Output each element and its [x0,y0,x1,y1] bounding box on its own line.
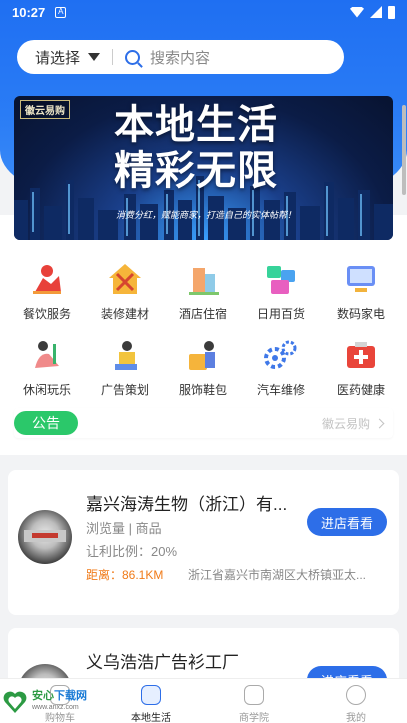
store-card[interactable]: 嘉兴海涛生物（浙江）有... 浏览量 | 商品 让利比例：20% 距离：86.1… [8,470,399,615]
category-medicine[interactable]: 医药健康 [326,338,396,398]
store-avatar [18,510,72,564]
store-name[interactable]: 嘉兴海涛生物（浙江）有... [86,490,287,515]
hotel-icon [189,268,219,295]
brand-logo: 徽云易购 [20,100,70,119]
academy-icon [244,685,264,705]
category-label: 日用百货 [256,307,305,321]
search-divider [112,49,114,65]
banner-title: 本地生活 精彩无限 [114,102,278,194]
bag-icon [141,685,161,705]
nav-academy[interactable]: 商学院 [224,685,284,723]
search-bar[interactable]: 请选择 搜索内容 [17,40,344,74]
visit-store-button[interactable]: 进店看看 [307,508,387,536]
nav-mine[interactable]: 我的 [326,685,386,723]
category-electronics[interactable]: 数码家电 [326,262,396,322]
signal-icon [370,6,382,18]
category-label: 餐饮服务 [22,307,71,321]
daily-goods-icon [267,266,295,294]
dining-icon [33,265,61,294]
car-repair-icon [264,340,297,369]
status-icons [350,5,395,19]
caret-down-icon[interactable] [88,53,101,61]
watermark: 安心下载网 www.anxz.com [2,682,112,722]
leisure-icon [35,341,59,368]
apparel-icon [189,341,215,370]
store-meta: 浏览量 | 商品 [86,521,162,536]
electronics-icon [347,266,375,292]
notice-bar[interactable]: 公告 徽云易购 [14,408,393,438]
watermark-text: 安心下载网 www.anxz.com [32,690,87,714]
notice-source: 徽云易购 [321,416,370,431]
category-leisure[interactable]: 休闲玩乐 [12,338,82,398]
medicine-icon [347,342,375,368]
store-distance: 距离：86.1KM [86,568,164,582]
advertising-icon [115,341,137,370]
heart-logo-icon [3,691,27,713]
category-hotel[interactable]: 酒店住宿 [168,262,238,322]
scrollbar[interactable] [402,105,406,195]
category-label: 服饰鞋包 [178,383,227,397]
banner-title-line1: 本地生活 [114,103,278,147]
nav-label: 本地生活 [131,713,171,723]
store-ratio: 让利比例：20% [86,544,178,559]
store-address: 浙江省嘉兴市南湖区大桥镇亚太... [188,568,367,582]
notification-icon: A [55,6,67,18]
watermark-line1a: 安心 [32,690,54,702]
watermark-url: www.anxz.com [32,704,79,711]
category-label: 广告策划 [100,383,149,397]
category-renovation[interactable]: 装修建材 [90,262,160,322]
store-name[interactable]: 义乌浩浩广告衫工厂 [86,648,239,673]
category-apparel[interactable]: 服饰鞋包 [168,338,238,398]
notice-more[interactable]: 徽云易购 [321,415,385,432]
banner-slogan: 消费分红，赋能商家，打造自己的实体帖帮！ [116,210,297,220]
watermark-line1b: 下载网 [54,690,87,702]
user-icon [346,685,366,705]
nav-local-life[interactable]: 本地生活 [121,685,181,723]
chevron-right-icon [374,418,385,428]
banner-title-line2: 精彩无限 [114,149,278,193]
battery-icon [388,5,395,19]
category-car-repair[interactable]: 汽车维修 [246,338,316,398]
category-label: 装修建材 [100,307,149,321]
category-label: 休闲玩乐 [22,383,71,397]
notice-badge: 公告 [14,411,78,435]
category-label: 医药健康 [336,383,385,397]
region-select[interactable]: 请选择 [35,47,80,68]
nav-label: 商学院 [239,713,269,723]
category-label: 酒店住宿 [178,307,227,321]
category-label: 数码家电 [336,307,385,321]
search-input[interactable]: 搜索内容 [150,47,210,68]
nav-label: 我的 [346,713,366,723]
promo-banner[interactable]: 徽云易购 本地生活 精彩无限 消费分红，赋能商家，打造自己的实体帖帮！ [14,96,393,240]
wifi-icon [350,6,364,18]
search-icon[interactable] [125,49,141,65]
category-dining[interactable]: 餐饮服务 [12,262,82,322]
status-bar: 10:27 A [0,0,407,24]
renovation-icon [109,264,141,294]
category-label: 汽车维修 [256,383,305,397]
category-daily-goods[interactable]: 日用百货 [246,262,316,322]
status-time: 10:27 [12,4,46,20]
category-advertising[interactable]: 广告策划 [90,338,160,398]
